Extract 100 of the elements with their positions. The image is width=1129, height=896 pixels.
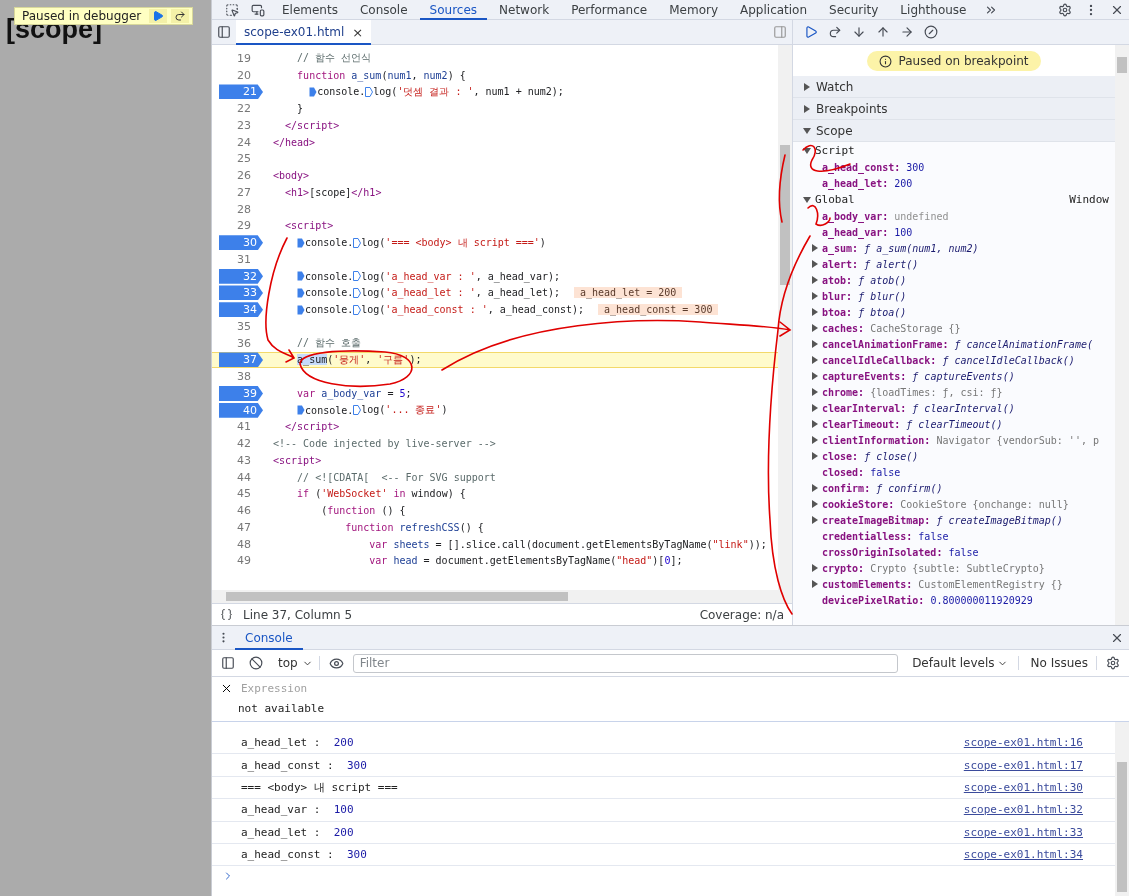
scope-property[interactable]: a_head_var: 100 — [822, 226, 913, 238]
play-icon[interactable] — [804, 25, 818, 39]
panel-icon[interactable] — [217, 25, 231, 39]
slashed-circle-icon[interactable] — [249, 656, 263, 670]
section-header[interactable]: Scope — [793, 120, 1115, 142]
line-number[interactable]: 45 — [237, 486, 251, 502]
expand-triangle-icon[interactable] — [803, 146, 811, 155]
drawer-tab[interactable]: Console — [235, 625, 303, 650]
scope-property[interactable]: caches: CacheStorage {} — [822, 322, 961, 334]
scope-property[interactable]: confirm: ƒ confirm() — [822, 482, 943, 494]
settings-icon[interactable] — [1058, 2, 1072, 17]
scope-property[interactable]: clientInformation: Navigator {vendorSub: '', p — [822, 434, 1099, 446]
panel-tab[interactable]: Console — [349, 0, 418, 20]
panel-tab[interactable]: Sources — [419, 0, 488, 20]
line-number[interactable]: 35 — [237, 318, 251, 334]
scope-property[interactable]: atob: ƒ atob() — [822, 274, 907, 286]
line-number[interactable]: 20 — [237, 67, 251, 83]
breakpoint-marker-icon[interactable] — [353, 405, 362, 416]
scope-property[interactable]: closed: false — [822, 466, 901, 478]
scope-property[interactable]: customElements: CustomElementRegistry {} — [822, 578, 1063, 590]
scope-property[interactable]: chrome: {loadTimes: ƒ, csi: ƒ} — [822, 386, 1003, 398]
scope-property[interactable]: clearTimeout: ƒ clearTimeout() — [822, 418, 1003, 430]
breakpoint-line-number[interactable]: 33 — [219, 285, 263, 301]
expression-field[interactable]: Expression — [239, 681, 1121, 696]
breakpoint-line-number[interactable]: 39 — [219, 385, 263, 401]
slashed-circle-icon[interactable] — [924, 25, 938, 39]
line-number[interactable]: 43 — [237, 452, 251, 468]
scope-property[interactable]: cancelAnimationFrame: ƒ cancelAnimationFrame( — [822, 338, 1093, 350]
line-number[interactable]: 25 — [237, 151, 251, 167]
breakpoint-marker-icon[interactable] — [297, 405, 306, 416]
section-header[interactable]: Breakpoints — [793, 98, 1115, 120]
scope-property[interactable]: clearInterval: ƒ clearInterval() — [822, 402, 1015, 414]
breakpoint-line-number[interactable]: 40 — [219, 402, 263, 418]
format-icon[interactable] — [220, 608, 233, 621]
filter-field[interactable]: Filter — [352, 653, 899, 673]
panel-tab[interactable]: Security — [819, 0, 889, 20]
scope-property[interactable]: crossOriginIsolated: false — [822, 546, 979, 558]
breakpoint-marker-icon[interactable] — [297, 271, 306, 282]
scrollbar[interactable] — [778, 45, 792, 590]
breakpoint-line-number[interactable]: 34 — [219, 302, 263, 318]
breakpoint-line-number[interactable]: 37 — [219, 352, 263, 368]
settings-icon[interactable] — [1106, 656, 1120, 670]
triangle-icon[interactable] — [803, 104, 811, 113]
scope-property[interactable]: captureEvents: ƒ captureEvents() — [822, 370, 1015, 382]
line-number[interactable]: 19 — [237, 50, 251, 66]
line-number[interactable]: 28 — [237, 201, 251, 217]
scope-property[interactable]: blur: ƒ blur() — [822, 290, 907, 302]
file-tab[interactable]: scope-ex01.html × — [236, 19, 372, 45]
context-dropdown[interactable]: top — [272, 656, 320, 670]
remove-expression-icon[interactable] — [220, 682, 233, 695]
breakpoint-marker-icon[interactable] — [297, 237, 306, 248]
right-arrow-icon[interactable] — [900, 25, 914, 39]
line-number[interactable]: 29 — [237, 218, 251, 234]
scope-property[interactable]: btoa: ƒ btoa() — [822, 306, 907, 318]
curved-arrow-icon[interactable] — [828, 25, 842, 39]
source-link[interactable]: scope-ex01.html:16 — [963, 736, 1083, 750]
scope-property[interactable]: alert: ƒ alert() — [822, 258, 919, 270]
line-number[interactable]: 27 — [237, 184, 251, 200]
breakpoint-marker-icon[interactable] — [353, 271, 362, 282]
scope-property[interactable]: crypto: Crypto {subtle: SubtleCrypto} — [822, 562, 1045, 574]
breakpoint-line-number[interactable]: 30 — [219, 235, 263, 251]
horizontal-scrollbar[interactable] — [212, 590, 792, 603]
panel-icon[interactable] — [221, 656, 235, 670]
panel-tab[interactable]: Application — [730, 0, 818, 20]
line-number[interactable]: 44 — [237, 469, 251, 485]
pointer-icon[interactable] — [225, 2, 239, 17]
line-number[interactable]: 48 — [237, 536, 251, 552]
panel-tab[interactable]: Lighthouse — [890, 0, 977, 20]
line-number[interactable]: 23 — [237, 117, 251, 133]
triangle-icon[interactable] — [803, 82, 811, 91]
line-number[interactable]: 41 — [237, 419, 251, 435]
log-levels-dropdown[interactable]: Default levels — [902, 656, 1019, 670]
section-header[interactable]: Watch — [793, 76, 1115, 98]
source-link[interactable]: scope-ex01.html:34 — [963, 848, 1083, 862]
breakpoint-marker-icon[interactable] — [353, 287, 362, 298]
line-number[interactable]: 36 — [237, 335, 251, 351]
line-number[interactable]: 42 — [237, 436, 251, 452]
scope-property[interactable]: cookieStore: CookieStore {onchange: null} — [822, 498, 1069, 510]
source-link[interactable]: scope-ex01.html:17 — [963, 758, 1083, 772]
source-link[interactable]: scope-ex01.html:32 — [963, 803, 1083, 817]
line-number[interactable]: 31 — [237, 251, 251, 267]
scope-property[interactable]: devicePixelRatio: 0.800000011920929 — [822, 594, 1033, 606]
scope-property[interactable]: cancelIdleCallback: ƒ cancelIdleCallback() — [822, 354, 1075, 366]
scope-property[interactable]: close: ƒ close() — [822, 450, 919, 462]
line-number[interactable]: 38 — [237, 369, 251, 385]
scope-property[interactable]: credentialless: false — [822, 530, 949, 542]
line-number[interactable]: 49 — [237, 553, 251, 569]
line-number[interactable]: 46 — [237, 503, 251, 519]
scope-property[interactable]: a_head_let: 200 — [822, 177, 913, 189]
breakpoint-marker-icon[interactable] — [365, 86, 374, 97]
breakpoint-line-number[interactable]: 32 — [219, 268, 263, 284]
scrollbar[interactable] — [1115, 45, 1129, 625]
line-number[interactable]: 24 — [237, 134, 251, 150]
line-number[interactable]: 26 — [237, 168, 251, 184]
triangle-icon[interactable] — [803, 126, 811, 135]
scope-property[interactable]: createImageBitmap: ƒ createImageBitmap() — [822, 514, 1063, 526]
eye-icon[interactable] — [328, 655, 344, 671]
source-link[interactable]: scope-ex01.html:33 — [963, 825, 1083, 839]
panel-tab[interactable]: Memory — [659, 0, 728, 20]
panel-tab[interactable]: Performance — [561, 0, 658, 20]
